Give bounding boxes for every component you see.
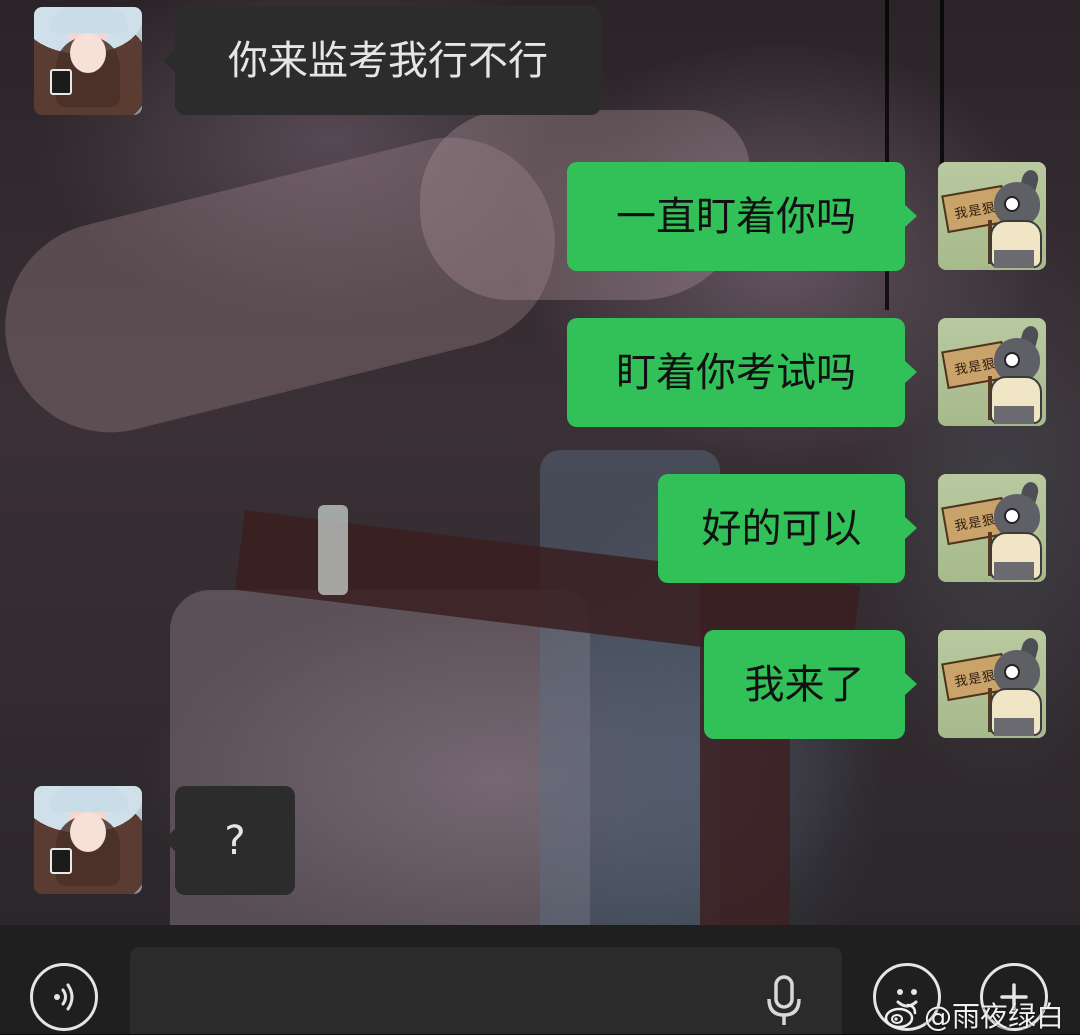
chat-wallpaper xyxy=(0,0,1080,925)
voice-toggle-button[interactable] xyxy=(30,963,98,1031)
microphone-icon xyxy=(767,975,801,1025)
bubble-tail xyxy=(905,361,917,383)
my-avatar[interactable]: 我是狠 xyxy=(938,162,1046,270)
watermark-text: @雨夜绿白 xyxy=(923,1000,1064,1033)
bubble-tail xyxy=(905,205,917,227)
bubble-tail xyxy=(905,517,917,539)
contact-avatar[interactable] xyxy=(34,786,142,894)
contact-avatar[interactable] xyxy=(34,7,142,115)
my-avatar[interactable]: 我是狠 xyxy=(938,630,1046,738)
wallpaper-cord xyxy=(940,0,944,180)
bubble-tail xyxy=(163,829,175,851)
wallpaper-belt-strap xyxy=(700,560,790,925)
message-bubble[interactable]: 盯着你考试吗 xyxy=(567,318,905,427)
message-bubble[interactable]: ? xyxy=(175,786,295,895)
my-avatar[interactable]: 我是狠 xyxy=(938,474,1046,582)
message-bubble[interactable]: 好的可以 xyxy=(658,474,905,583)
voice-wave-icon xyxy=(54,983,74,1011)
wallpaper-belt-loop xyxy=(318,505,348,595)
weibo-logo-icon xyxy=(884,1003,917,1029)
message-bubble[interactable]: 我来了 xyxy=(704,630,905,739)
my-avatar[interactable]: 我是狠 xyxy=(938,318,1046,426)
bubble-tail xyxy=(163,50,175,72)
bubble-tail xyxy=(905,673,917,695)
message-bubble[interactable]: 一直盯着你吗 xyxy=(567,162,905,271)
microphone-button[interactable] xyxy=(764,975,804,1031)
message-input[interactable] xyxy=(130,947,842,1034)
weibo-watermark: @雨夜绿白 xyxy=(884,1000,1064,1033)
message-bubble[interactable]: 你来监考我行不行 xyxy=(175,6,601,115)
